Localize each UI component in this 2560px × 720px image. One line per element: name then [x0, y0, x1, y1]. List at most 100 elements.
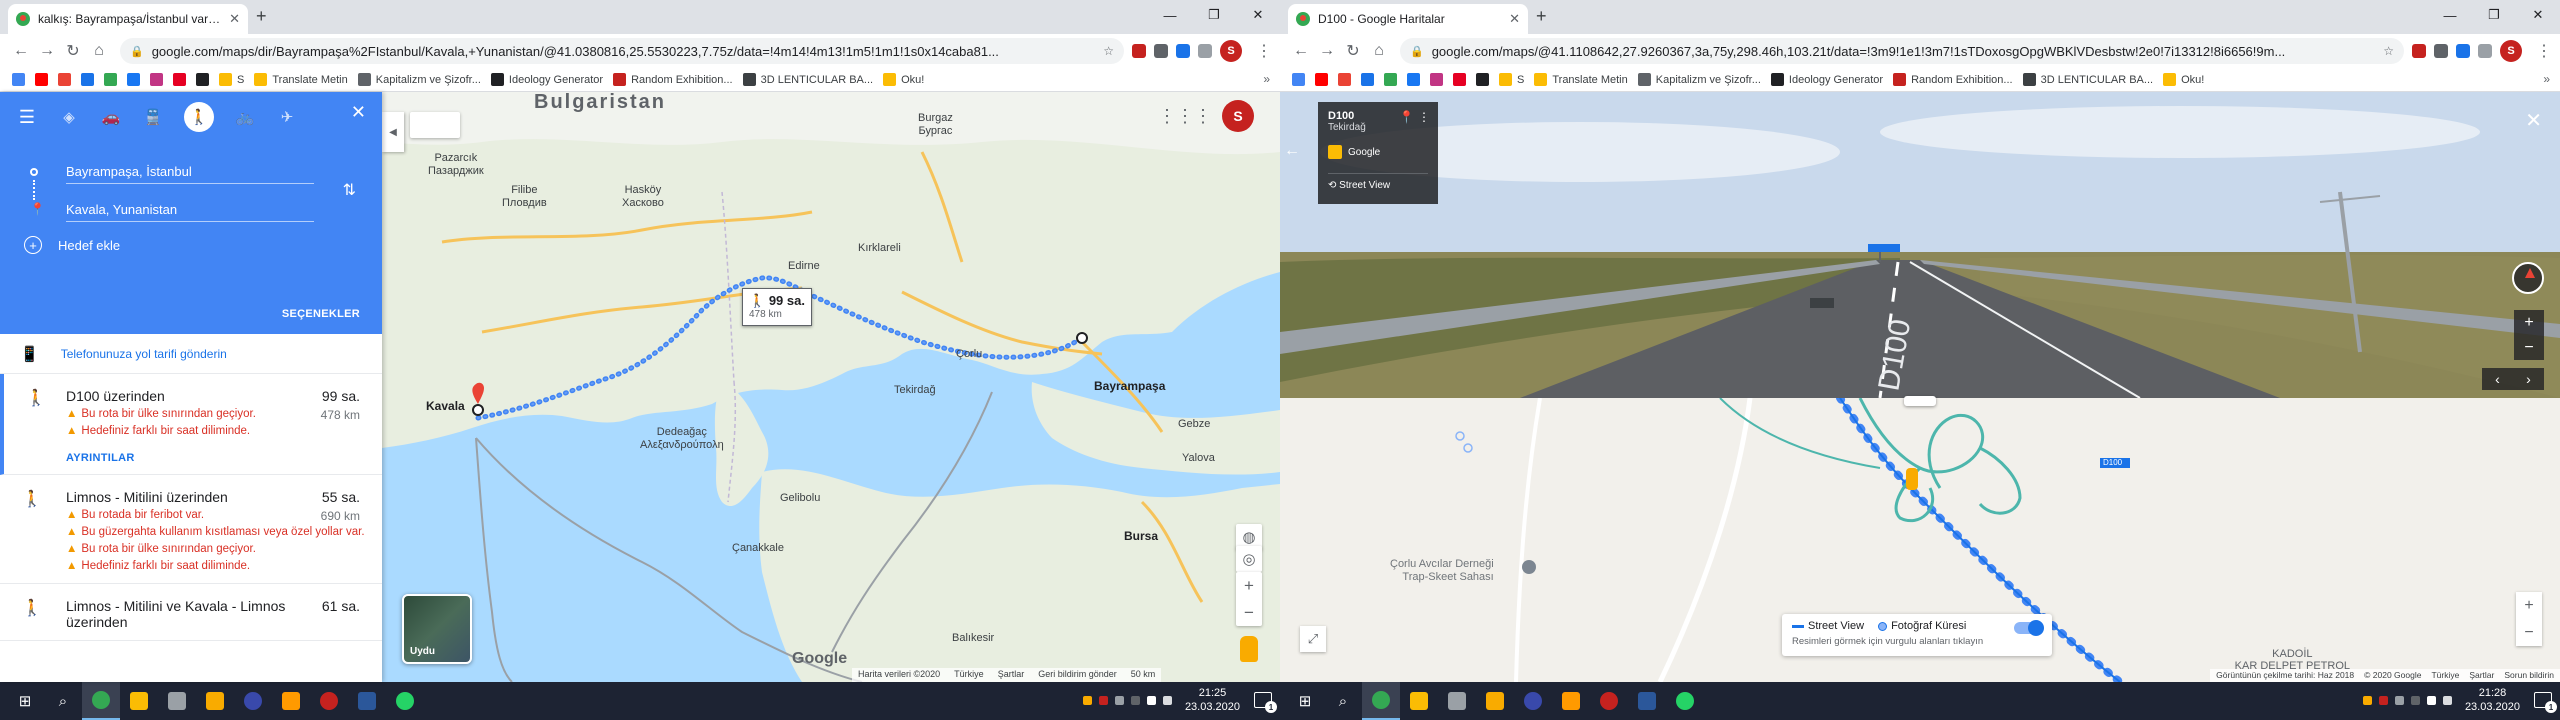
bookmark-random[interactable]: Random Exhibition... [1893, 73, 2013, 86]
send-to-phone[interactable]: 📱 Telefonunuza yol tarifi gönderin [0, 334, 382, 374]
forward-button[interactable]: → [1314, 42, 1340, 60]
bookmark-pinterest[interactable] [1453, 73, 1466, 86]
zoom-in-button[interactable]: + [2514, 310, 2544, 335]
bookmark-s[interactable]: S [219, 73, 244, 86]
tray-icon[interactable] [2378, 695, 2388, 705]
bookmark-oku[interactable]: Oku! [2163, 73, 2204, 86]
google-apps-icon[interactable]: ⋮⋮⋮ [1158, 106, 1212, 127]
tab-close-icon[interactable]: ✕ [229, 11, 240, 27]
address-bar[interactable]: 🔒 google.com/maps/@41.1108642,27.9260367… [1400, 38, 2404, 64]
whatsapp-taskbar-icon[interactable] [1666, 682, 1704, 720]
illustrator-taskbar-icon[interactable] [1552, 682, 1590, 720]
zoom-in-button[interactable]: + [2516, 592, 2542, 619]
next-arrow-icon[interactable]: › [2526, 371, 2531, 387]
extension-icon[interactable] [2478, 44, 2492, 58]
origin-input[interactable]: Bayrampaşa, İstanbul [66, 164, 314, 184]
walking-icon[interactable]: 🚶 [184, 102, 214, 132]
flight-icon[interactable]: ✈ [276, 106, 298, 128]
profile-avatar[interactable]: S [2500, 40, 2522, 62]
pegman-icon[interactable] [1240, 636, 1258, 662]
bookmark-drive[interactable] [1361, 73, 1374, 86]
pin-icon[interactable]: 📍 [1399, 110, 1414, 124]
new-tab-button[interactable]: + [1536, 6, 1547, 27]
bookmark-random[interactable]: Random Exhibition... [613, 73, 733, 86]
zoom-out-button[interactable]: − [2516, 619, 2542, 646]
route-option[interactable]: 🚶 Limnos - Mitilini üzerinden 55 sa. 690… [0, 475, 382, 584]
word-taskbar-icon[interactable] [1628, 682, 1666, 720]
swap-icon[interactable]: ⇅ [343, 180, 356, 200]
street-view-row[interactable]: ⟲ Street View [1328, 173, 1428, 191]
bookmark-google[interactable] [1292, 73, 1305, 86]
route-option[interactable]: 🚶 Limnos - Mitilini ve Kavala - Limnos ü… [0, 584, 382, 641]
best-mode-icon[interactable]: ◈ [58, 106, 80, 128]
clock[interactable]: 21:28 23.03.2020 [2465, 686, 2520, 714]
reload-button[interactable]: ↻ [60, 41, 86, 61]
address-bar[interactable]: 🔒 google.com/maps/dir/Bayrampaşa%2FIstan… [120, 38, 1124, 64]
back-button[interactable]: ← [8, 42, 34, 60]
minimap[interactable]: Çorlu Avcılar Derneği Trap-Skeet Sahası … [1280, 398, 2560, 682]
notification-icon[interactable]: 1 [1254, 692, 1277, 713]
bookmark-google[interactable] [12, 73, 25, 86]
volume-icon[interactable] [2426, 695, 2436, 705]
volume-icon[interactable] [1146, 695, 1156, 705]
notification-icon[interactable]: 1 [2534, 692, 2557, 713]
profile-avatar[interactable]: S [1220, 40, 1242, 62]
prev-arrow-icon[interactable]: ‹ [2495, 371, 2500, 387]
add-destination[interactable]: + Hedef ekle [24, 236, 120, 254]
clock[interactable]: 21:25 23.03.2020 [1185, 686, 1240, 714]
explorer-taskbar-icon[interactable] [120, 682, 158, 720]
options-button[interactable]: SEÇENEKLER [282, 308, 360, 320]
bookmark-gmail[interactable] [1338, 73, 1351, 86]
bookmark-instagram[interactable] [150, 73, 163, 86]
extension-icon[interactable] [2434, 44, 2448, 58]
more-options-icon[interactable]: ⋮ [1418, 110, 1430, 124]
poi-label[interactable]: Çorlu Avcılar Derneği Trap-Skeet Sahası [1390, 558, 1494, 584]
chrome-menu-icon[interactable]: ⋮ [1256, 41, 1272, 61]
notes-taskbar-icon[interactable] [1476, 682, 1514, 720]
windows-start-icon[interactable]: ⊞ [6, 682, 44, 720]
map-canvas[interactable]: ◀ ⋮⋮⋮ S Bulgaristan Pazarcık Пазарджик F… [382, 92, 1280, 682]
details-link[interactable]: AYRINTILAR [66, 452, 366, 464]
bookmark-s[interactable]: S [1499, 73, 1524, 86]
extension-icon[interactable] [1198, 44, 1212, 58]
explorer-taskbar-icon[interactable] [1400, 682, 1438, 720]
transit-icon[interactable]: 🚆 [142, 106, 164, 128]
bookmark-pinterest[interactable] [173, 73, 186, 86]
tray-icon[interactable] [1130, 695, 1140, 705]
bookmark-youtube[interactable] [35, 73, 48, 86]
route-option[interactable]: 🚶 D100 üzerinden 99 sa. 478 km ▲ Bu rota … [0, 374, 382, 475]
tray-icon[interactable] [2362, 695, 2372, 705]
close-street-view-icon[interactable]: ✕ [2525, 108, 2542, 133]
star-icon[interactable]: ☆ [2383, 44, 2394, 58]
app-taskbar-icon[interactable] [1590, 682, 1628, 720]
zoom-out-button[interactable]: − [2514, 335, 2544, 360]
bookmark-oku[interactable]: Oku! [883, 73, 924, 86]
footer-item[interactable]: Şartlar [2469, 670, 2494, 681]
minimize-button[interactable]: — [2428, 0, 2472, 30]
zoom-out-button[interactable]: − [1236, 599, 1262, 626]
app-taskbar-icon[interactable] [1438, 682, 1476, 720]
route-callout[interactable]: 🚶 99 sa. 478 km [742, 288, 812, 326]
footer-item[interactable]: Şartlar [998, 669, 1025, 681]
footer-item[interactable]: Türkiye [954, 669, 984, 681]
zoom-in-button[interactable]: + [1236, 572, 1262, 599]
poi-icon[interactable] [1522, 560, 1536, 574]
chrome-taskbar-icon[interactable] [1362, 682, 1400, 720]
bookmark-maps[interactable] [1384, 73, 1397, 86]
bookmark-3d[interactable]: 3D LENTICULAR BA... [742, 73, 873, 86]
network-icon[interactable] [2442, 695, 2452, 705]
satellite-toggle[interactable]: Uydu [402, 594, 472, 664]
app-taskbar-icon[interactable] [310, 682, 348, 720]
extension-icon[interactable] [1132, 44, 1146, 58]
my-location-icon[interactable]: ◎ [1236, 546, 1262, 572]
forward-button[interactable]: → [34, 42, 60, 60]
home-button[interactable]: ⌂ [86, 42, 112, 60]
extension-icon[interactable] [2456, 44, 2470, 58]
maximize-button[interactable]: ❐ [2472, 0, 2516, 30]
layer-toggle[interactable] [410, 112, 460, 138]
compass-icon[interactable] [2512, 262, 2544, 294]
map-avatar[interactable]: S [1222, 100, 1254, 132]
collapse-panel-button[interactable]: ◀ [382, 112, 404, 152]
reload-button[interactable]: ↻ [1340, 41, 1366, 61]
home-button[interactable]: ⌂ [1366, 42, 1392, 60]
